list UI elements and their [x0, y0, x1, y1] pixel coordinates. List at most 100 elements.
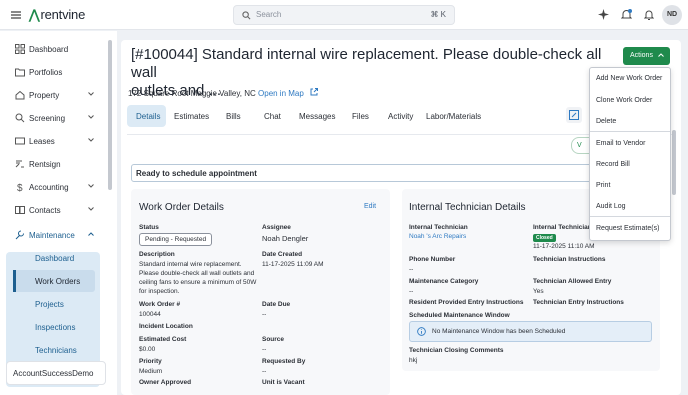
menu-item-add-new-work-order[interactable]: Add New Work Order	[596, 75, 662, 82]
external-link-icon[interactable]	[310, 88, 319, 96]
actions-label: Actions	[630, 52, 653, 59]
grid-icon	[15, 44, 25, 54]
chevron-down-icon	[88, 92, 94, 96]
menu-item-email-to-vendor[interactable]: Email to Vendor	[596, 140, 645, 147]
card-title: Work Order Details	[139, 202, 224, 213]
tab-activity[interactable]: Activity	[388, 105, 413, 127]
sub-item-technicians[interactable]: Technicians	[35, 346, 77, 355]
unit-vacant-label: Unit is Vacant	[262, 379, 305, 386]
date-created-value: 11-17-2025 11:09 AM	[262, 261, 324, 268]
closed-date: 11-17-2025 11:10 AM	[533, 243, 595, 250]
sidebar-item-label: Accounting	[29, 183, 69, 192]
tab-details[interactable]: Details	[127, 105, 166, 127]
internal-technician-link[interactable]: Noah 's Arc Repairs	[409, 233, 466, 240]
chevron-down-icon	[88, 207, 94, 211]
open-in-map-link[interactable]: Open in Map	[258, 89, 304, 98]
tab-chat[interactable]: Chat	[264, 105, 281, 127]
sub-item-work-orders[interactable]: Work Orders	[35, 277, 80, 286]
work-order-number-value: 100044	[139, 311, 161, 318]
scheduled-window-label: Scheduled Maintenance Window	[409, 312, 510, 319]
folder-icon	[15, 68, 25, 77]
menu-item-print[interactable]: Print	[596, 182, 610, 189]
requested-by-label: Requested By	[262, 358, 306, 365]
actions-button[interactable]: Actions	[623, 47, 670, 65]
priority-value: Medium	[139, 368, 163, 375]
chevron-down-icon	[88, 184, 94, 188]
contacts-icon	[15, 206, 25, 214]
sub-item-inspections[interactable]: Inspections	[35, 323, 75, 332]
menu-item-request-estimates[interactable]: Request Estimate(s)	[596, 225, 659, 232]
tab-labor-materials[interactable]: Labor/Materials	[426, 105, 481, 127]
logo-text: rentvine	[40, 7, 86, 22]
estimated-cost-value: $0.00	[139, 346, 156, 353]
menu-icon[interactable]	[10, 9, 22, 21]
actions-menu: Add New Work Order Clone Work Order Dele…	[589, 67, 671, 241]
sparkle-icon[interactable]	[598, 9, 609, 20]
search-shortcut: ⌘ K	[430, 10, 446, 19]
sidebar-item-accounting[interactable]: $ Accounting	[8, 177, 100, 197]
no-window-text: No Maintenance Window has been Scheduled	[432, 328, 566, 335]
sidebar-scrollbar[interactable]	[108, 40, 112, 190]
sidebar-item-rentsign[interactable]: Rentsign	[8, 154, 100, 174]
sidebar-item-label: Dashboard	[29, 45, 69, 54]
allowed-entry-label: Technician Allowed Entry	[533, 278, 612, 285]
edit-square-button[interactable]	[566, 107, 582, 123]
no-window-notice: No Maintenance Window has been Scheduled	[409, 321, 652, 342]
search-input[interactable]: Search ⌘ K	[233, 5, 455, 25]
notification-icon[interactable]	[644, 9, 654, 21]
info-icon	[417, 327, 426, 336]
tab-estimates[interactable]: Estimates	[174, 105, 209, 127]
avatar[interactable]: ND	[662, 5, 682, 25]
sub-item-dashboard[interactable]: Dashboard	[35, 254, 74, 263]
status-badge: Pending - Requested	[139, 233, 213, 246]
menu-separator	[590, 216, 670, 217]
maintenance-category-value: --	[409, 288, 414, 295]
account-switcher[interactable]: AccountSuccessDemo	[6, 361, 106, 385]
chevron-up-icon	[658, 53, 664, 57]
edit-button[interactable]: Edit	[364, 203, 376, 210]
internal-technician-label: Internal Technician	[409, 224, 468, 231]
requested-by-value: --	[262, 368, 267, 375]
sidebar-item-label: Contacts	[29, 206, 61, 215]
date-due-label: Date Due	[262, 301, 291, 308]
sidebar-item-maintenance[interactable]: Maintenance	[8, 225, 100, 245]
menu-item-audit-log[interactable]: Audit Log	[596, 203, 626, 210]
menu-item-delete[interactable]: Delete	[596, 118, 616, 125]
address-text: 172 Square Root Maggie Valley, NC	[128, 89, 256, 98]
sidebar-item-property[interactable]: Property	[8, 85, 100, 105]
home-icon	[15, 90, 25, 100]
sidebar-item-screening[interactable]: Screening	[8, 108, 100, 128]
bell-icon[interactable]	[621, 9, 632, 21]
owner-approved-label: Owner Approved	[139, 379, 192, 386]
menu-item-clone-work-order[interactable]: Clone Work Order	[596, 97, 652, 104]
description-label: Description	[139, 251, 175, 258]
sidebar-item-label: Screening	[29, 114, 66, 123]
app-logo[interactable]: ⋀rentvine	[29, 7, 85, 23]
menu-item-record-bill[interactable]: Record Bill	[596, 161, 630, 168]
sign-icon	[15, 160, 24, 168]
sidebar-item-portfolios[interactable]: Portfolios	[8, 62, 100, 82]
sidebar-item-label: Portfolios	[29, 68, 63, 77]
tab-bills[interactable]: Bills	[226, 105, 241, 127]
wrench-icon	[15, 230, 24, 240]
tab-messages[interactable]: Messages	[299, 105, 335, 127]
assignee-value: Noah Dengler	[262, 234, 309, 243]
tab-files[interactable]: Files	[352, 105, 369, 127]
address-line: 172 Square Root Maggie Valley, NC Open i…	[128, 88, 319, 98]
allowed-entry-value: Yes	[533, 288, 544, 295]
sub-item-projects[interactable]: Projects	[35, 300, 64, 309]
technician-instructions-label: Technician Instructions	[533, 256, 606, 263]
main-scrollbar[interactable]	[672, 130, 676, 195]
description-value: Standard internal wire replacement. Plea…	[139, 261, 257, 295]
incident-location-label: Incident Location	[139, 323, 193, 330]
sidebar-item-dashboard[interactable]: Dashboard	[8, 39, 100, 59]
estimated-cost-label: Estimated Cost	[139, 336, 187, 343]
closing-comments-label: Technician Closing Comments	[409, 347, 504, 354]
sidebar-item-contacts[interactable]: Contacts	[8, 200, 100, 220]
status-label: Status	[139, 224, 159, 231]
phone-value: --	[409, 266, 414, 273]
priority-label: Priority	[139, 358, 162, 365]
search-icon	[15, 113, 25, 123]
dollar-icon: $	[17, 183, 23, 192]
sidebar-item-leases[interactable]: Leases	[8, 131, 100, 151]
